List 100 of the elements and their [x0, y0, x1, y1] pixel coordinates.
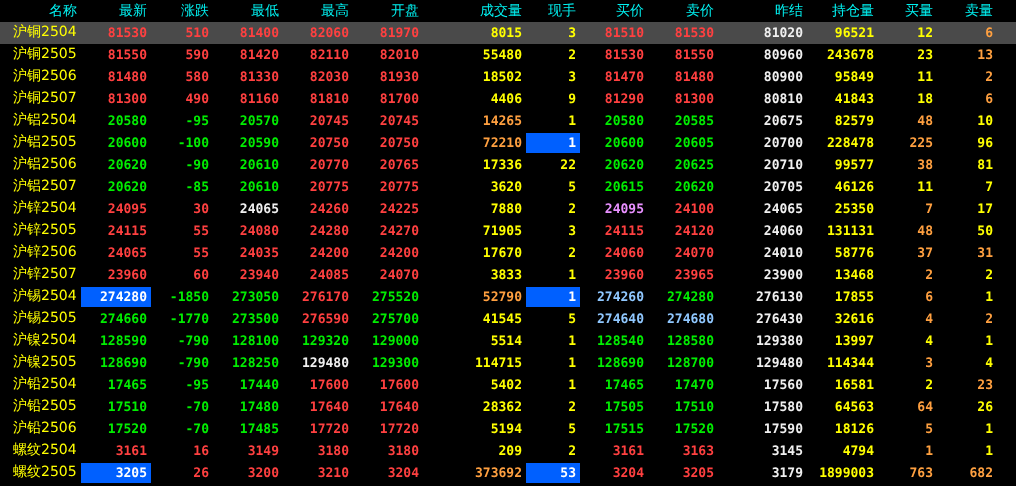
cell-value: 64563 — [834, 399, 874, 415]
contract-name: 沪锌2506 — [13, 244, 77, 262]
column-header[interactable]: 最低 — [213, 0, 283, 22]
cell-value: 95849 — [834, 69, 874, 85]
cell-value: 23940 — [239, 267, 279, 283]
cell-value: 17336 — [482, 157, 522, 173]
cell-value: 5194 — [490, 421, 522, 437]
cell-value: 72210 — [482, 135, 522, 151]
cell-value: 1 — [925, 443, 933, 459]
cell-value: 114715 — [475, 355, 522, 371]
table-row[interactable]: 沪铝2507 20620 -85 20610 20775 20775 3620 5 20615 20620 20705 46126 11 7 — [0, 176, 1016, 198]
cell-value: 2 — [568, 47, 576, 63]
table-row[interactable]: 沪锡2505 274660 -1770 273500 276590 275700 41545 5 274640 274680 276430 32616 4 2 — [0, 308, 1016, 330]
cell-value: 209 — [498, 443, 522, 459]
cell-value: 228478 — [827, 135, 874, 151]
column-header[interactable]: 卖价 — [648, 0, 718, 22]
cell-value: 20620 — [107, 179, 147, 195]
cell-value: 20615 — [604, 179, 644, 195]
contract-name: 沪铜2506 — [13, 68, 77, 86]
cell-value: 763 — [909, 465, 933, 481]
table-row[interactable]: 螺纹2504 3161 16 3149 3180 3180 209 2 3161 3163 3145 4794 1 1 — [0, 440, 1016, 462]
cell-value: 60 — [193, 267, 209, 283]
table-row[interactable]: 沪铝2504 20580 -95 20570 20745 20745 14265 1 20580 20585 20675 82579 48 10 — [0, 110, 1016, 132]
cell-value: 129480 — [756, 355, 803, 371]
cell-value: 24060 — [763, 223, 803, 239]
cell-value: 276590 — [302, 311, 349, 327]
cell-value: 23 — [917, 47, 933, 63]
cell-value: 20745 — [379, 113, 419, 129]
column-header[interactable]: 现手 — [526, 0, 580, 22]
cell-value: 17465 — [107, 377, 147, 393]
table-row[interactable]: 沪锌2507 23960 60 23940 24085 24070 3833 1 23960 23965 23900 13468 2 2 — [0, 264, 1016, 286]
table-row[interactable]: 螺纹2505 3205 26 3200 3210 3204 373692 53 3204 3205 3179 1899003 763 682 — [0, 462, 1016, 484]
cell-value: 31 — [977, 245, 993, 261]
cell-value: 20600 — [107, 135, 147, 151]
table-row[interactable]: 沪锡2504 274280 -1850 273050 276170 275520 52790 1 274260 274280 276130 17855 6 1 — [0, 286, 1016, 308]
column-header[interactable]: 名称 — [0, 0, 81, 22]
cell-value: 131131 — [827, 223, 874, 239]
table-row[interactable]: 沪铜2505 81550 590 81420 82110 82010 55480 2 81530 81550 80960 243678 23 13 — [0, 44, 1016, 66]
cell-value: 81470 — [604, 69, 644, 85]
table-row[interactable]: 沪铝2506 20620 -90 20610 20770 20765 17336 22 20620 20625 20710 99577 38 81 — [0, 154, 1016, 176]
cell-value: 41545 — [482, 311, 522, 327]
cell-value: -790 — [177, 355, 209, 371]
cell-value: 4 — [985, 355, 993, 371]
cell-value: 3180 — [387, 443, 419, 459]
cell-value: 3200 — [247, 465, 279, 481]
cell-value: 24280 — [309, 223, 349, 239]
column-header[interactable]: 成交量 — [423, 0, 526, 22]
cell-value: 81020 — [763, 25, 803, 41]
column-header[interactable]: 卖量 — [937, 0, 997, 22]
cell-value: 46126 — [834, 179, 874, 195]
column-header[interactable]: 涨跌 — [151, 0, 213, 22]
table-row[interactable]: 沪锌2504 24095 30 24065 24260 24225 7880 2 24095 24100 24065 25350 7 17 — [0, 198, 1016, 220]
column-header[interactable]: 昨结 — [718, 0, 807, 22]
cell-value: 490 — [185, 91, 209, 107]
column-header[interactable]: 开盘 — [353, 0, 423, 22]
cell-value: 3 — [568, 69, 576, 85]
cell-value: -95 — [185, 113, 209, 129]
cell-value: 276430 — [756, 311, 803, 327]
contract-name: 沪铝2505 — [13, 134, 77, 152]
cell-value: 2 — [985, 267, 993, 283]
cell-value: 7880 — [490, 201, 522, 217]
cell-value: 17505 — [604, 399, 644, 415]
cell-value: 52790 — [482, 289, 522, 305]
cell-value: -85 — [185, 179, 209, 195]
column-header[interactable]: 最新 — [81, 0, 151, 22]
cell-value: 30 — [193, 201, 209, 217]
cell-value: 1 — [568, 377, 576, 393]
cell-value: 80960 — [763, 47, 803, 63]
cell-value: 5 — [568, 179, 576, 195]
column-header[interactable]: 持仓量 — [807, 0, 878, 22]
table-row[interactable]: 沪锌2506 24065 55 24035 24200 24200 17670 2 24060 24070 24010 58776 37 31 — [0, 242, 1016, 264]
cell-value: 82030 — [309, 69, 349, 85]
cell-value: 16 — [193, 443, 209, 459]
table-row[interactable]: 沪铅2504 17465 -95 17440 17600 17600 5402 1 17465 17470 17560 16581 2 23 — [0, 374, 1016, 396]
cell-value: 20745 — [309, 113, 349, 129]
cell-value: 3204 — [387, 465, 419, 481]
table-row[interactable]: 沪镍2505 128690 -790 128250 129480 129300 114715 1 128690 128700 129480 114344 3 4 — [0, 352, 1016, 374]
column-header[interactable]: 买价 — [580, 0, 648, 22]
cell-value: 18502 — [482, 69, 522, 85]
table-row[interactable]: 沪镍2504 128590 -790 128100 129320 129000 5514 1 128540 128580 129380 13997 4 1 — [0, 330, 1016, 352]
cell-value: 276130 — [756, 289, 803, 305]
table-row[interactable]: 沪锌2505 24115 55 24080 24280 24270 71905 3 24115 24120 24060 131131 48 50 — [0, 220, 1016, 242]
column-header[interactable]: 买量 — [878, 0, 937, 22]
table-row[interactable]: 沪铜2507 81300 490 81160 81810 81700 4406 9 81290 81300 80810 41843 18 6 — [0, 88, 1016, 110]
cell-value: 4 — [925, 311, 933, 327]
cell-value: 590 — [185, 47, 209, 63]
cell-value: 22 — [560, 157, 576, 173]
cell-value: 71905 — [482, 223, 522, 239]
cell-value: 129320 — [302, 333, 349, 349]
contract-name: 沪铅2506 — [13, 420, 77, 438]
table-row[interactable]: 沪铝2505 20600 -100 20590 20750 20750 72210 1 20600 20605 20700 228478 225 96 — [0, 132, 1016, 154]
cell-value: 17510 — [107, 399, 147, 415]
column-header[interactable]: 最高 — [283, 0, 353, 22]
cell-value: 17600 — [309, 377, 349, 393]
table-row[interactable]: 沪铅2506 17520 -70 17485 17720 17720 5194 5 17515 17520 17590 18126 5 1 — [0, 418, 1016, 440]
table-row[interactable]: 沪铅2505 17510 -70 17480 17640 17640 28362 2 17505 17510 17580 64563 64 26 — [0, 396, 1016, 418]
table-row[interactable]: 沪铜2504 81530 510 81400 82060 81970 8015 3 81510 81530 81020 96521 12 6 — [0, 22, 1016, 44]
table-row[interactable]: 沪铜2506 81480 580 81330 82030 81930 18502 3 81470 81480 80900 95849 11 2 — [0, 66, 1016, 88]
cell-value: 58776 — [834, 245, 874, 261]
contract-name: 沪铜2505 — [13, 46, 77, 64]
